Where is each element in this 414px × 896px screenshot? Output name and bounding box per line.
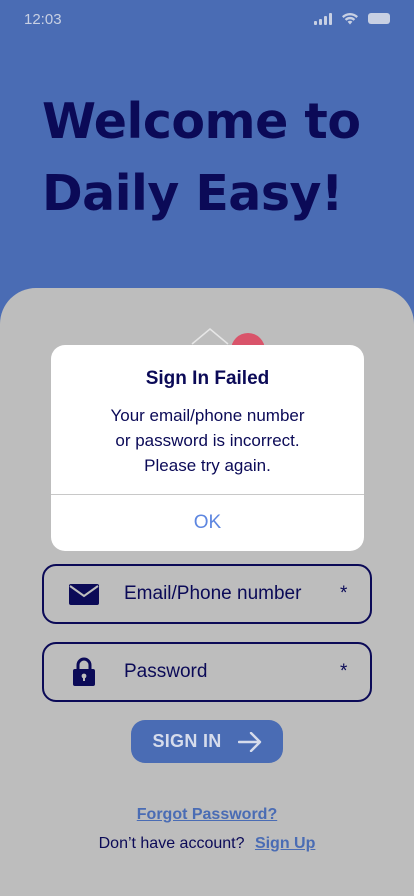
- sign-in-label: SIGN IN: [152, 731, 222, 751]
- dialog-message-line-2: or password is incorrect.: [115, 431, 300, 450]
- status-icons: [314, 12, 390, 25]
- password-field[interactable]: Password *: [42, 642, 372, 702]
- no-account-text: Don’t have account?: [98, 835, 245, 852]
- sign-in-failed-dialog: Sign In Failed Your email/phone number o…: [51, 345, 364, 551]
- dialog-message-line-1: Your email/phone number: [110, 406, 305, 425]
- battery-icon: [368, 13, 390, 24]
- dialog-message-line-3: Please try again.: [144, 456, 271, 475]
- lock-icon: [44, 657, 124, 687]
- dialog-ok-button[interactable]: OK: [51, 495, 364, 551]
- forgot-password-link[interactable]: Forgot Password?: [0, 806, 414, 824]
- email-field[interactable]: Email/Phone number *: [42, 564, 372, 624]
- signup-row: Don’t have account? Sign Up: [0, 835, 414, 853]
- email-required-marker: *: [340, 583, 348, 604]
- cellular-signal-icon: [314, 12, 332, 25]
- password-placeholder: Password: [124, 661, 208, 682]
- welcome-line-2: Daily Easy!: [42, 165, 343, 222]
- sign-up-link[interactable]: Sign Up: [255, 835, 315, 852]
- wifi-icon: [342, 12, 358, 25]
- status-time: 12:03: [24, 11, 62, 28]
- dialog-message: Your email/phone number or password is i…: [51, 403, 364, 478]
- welcome-heading: Welcome to Daily Easy!: [42, 86, 361, 230]
- password-required-marker: *: [340, 661, 348, 682]
- welcome-line-1: Welcome to: [42, 93, 361, 150]
- arrow-right-icon: [237, 731, 261, 752]
- dialog-title: Sign In Failed: [145, 368, 270, 389]
- sign-in-button[interactable]: SIGN IN: [131, 720, 283, 763]
- envelope-icon: [44, 583, 124, 605]
- email-placeholder: Email/Phone number: [124, 583, 302, 604]
